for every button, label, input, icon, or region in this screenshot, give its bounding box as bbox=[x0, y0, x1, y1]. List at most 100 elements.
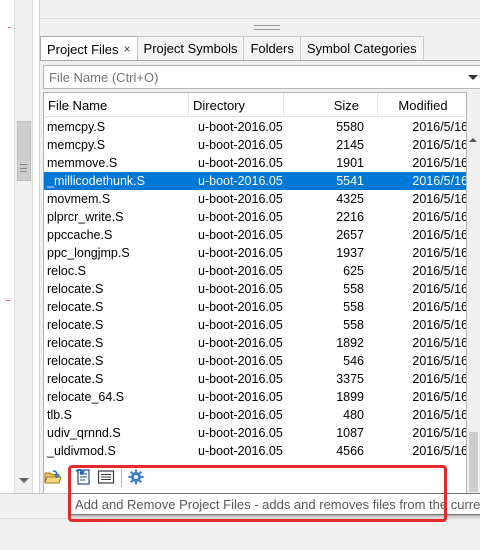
open-project-button[interactable] bbox=[42, 467, 64, 489]
size-cell: 2145 bbox=[336, 138, 364, 152]
size-cell: 558 bbox=[343, 282, 364, 296]
file-name-cell: relocate_64.S bbox=[47, 390, 125, 404]
table-row[interactable]: relocate.S u-boot-2016.05 558 2016/5/16 bbox=[44, 316, 466, 334]
file-name-search[interactable] bbox=[43, 65, 480, 89]
table-row[interactable]: memcpy.S u-boot-2016.05 2145 2016/5/16 bbox=[44, 136, 467, 154]
add-remove-files-button[interactable] bbox=[72, 467, 94, 489]
table-row[interactable]: plprcr_write.S u-boot-2016.05 2216 2016/5/1… bbox=[44, 208, 467, 226]
table-row[interactable]: _millicodethunk.S u-boot-2016.05 5541 2016/… bbox=[44, 172, 466, 190]
table-row[interactable]: movmem.S u-boot-2016.05 4325 2016/5/16 bbox=[44, 190, 467, 208]
table-row[interactable]: reloc.S u-boot-2016.05 625 2016/5/16 bbox=[44, 262, 467, 280]
directory-cell: u-boot-2016.05 bbox=[198, 426, 283, 440]
directory-cell: u-boot-2016.05 bbox=[198, 210, 283, 224]
table-body: memcpy.S u-boot-2016.05 5580 2016/5/16 memcp… bbox=[44, 118, 467, 460]
size-cell: 1937 bbox=[336, 246, 364, 260]
table-row[interactable]: relocate.S u-boot-2016.05 558 2016/5/16 bbox=[44, 298, 467, 316]
file-name-cell: relocate.S bbox=[47, 336, 104, 350]
directory-cell: u-boot-2016.05 bbox=[198, 390, 283, 404]
table-row[interactable]: _uldivmod.S u-boot-2016.05 4566 2016/5/16 bbox=[44, 442, 467, 460]
file-name-cell: reloc.S bbox=[47, 264, 86, 278]
size-cell: 558 bbox=[343, 318, 364, 332]
modified-cell: 2016/5/16 bbox=[412, 192, 467, 206]
modified-cell: 2016/5/16 bbox=[412, 138, 467, 152]
file-name-cell: memcpy.S bbox=[47, 138, 106, 152]
scroll-down-icon[interactable] bbox=[19, 478, 29, 483]
tab-project-files[interactable]: Project Files × bbox=[40, 36, 138, 61]
status-bar bbox=[0, 518, 480, 550]
project-window: Project Files × Project Symbols Folders … bbox=[40, 32, 480, 494]
table-row[interactable]: tlb.S u-boot-2016.05 480 2016/5/16 bbox=[44, 406, 467, 424]
table-scrollbar[interactable] bbox=[467, 92, 480, 494]
size-cell: 480 bbox=[343, 408, 364, 422]
modified-cell: 2016/5/16 bbox=[412, 282, 467, 296]
modified-cell: 2016/5/16 bbox=[412, 300, 467, 314]
directory-cell: u-boot-2016.05 bbox=[198, 372, 283, 386]
modified-cell: 2016/5/16 bbox=[412, 408, 467, 422]
file-name-cell: _millicodethunk.S bbox=[47, 174, 145, 188]
modified-cell: 2016/5/16 bbox=[412, 354, 467, 368]
column-header-directory[interactable]: Directory bbox=[189, 93, 284, 117]
tab-strip: Project Files × Project Symbols Folders … bbox=[40, 36, 424, 61]
tab-symbol-categories[interactable]: Symbol Categories bbox=[299, 36, 424, 60]
file-name-cell: relocate.S bbox=[47, 354, 104, 368]
column-header-modified[interactable]: Modified bbox=[378, 93, 466, 117]
tab-label: Symbol Categories bbox=[306, 41, 417, 56]
tab-label: Folders bbox=[250, 41, 294, 56]
directory-cell: u-boot-2016.05 bbox=[198, 120, 283, 134]
modified-cell: 2016/5/16 bbox=[412, 210, 467, 224]
table-row[interactable]: ppccache.S u-boot-2016.05 2657 2016/5/16 bbox=[44, 226, 466, 244]
file-name-cell: udiv_qrnnd.S bbox=[47, 426, 121, 440]
tab-folders[interactable]: Folders bbox=[243, 36, 301, 60]
modified-cell: 2016/5/16 bbox=[412, 390, 467, 404]
file-name-cell: relocate.S bbox=[47, 318, 104, 332]
toolbar-separator bbox=[68, 469, 69, 487]
chevron-down-icon[interactable] bbox=[468, 75, 478, 80]
file-name-cell: movmem.S bbox=[47, 192, 111, 206]
splitter-grip-icon[interactable] bbox=[254, 25, 280, 30]
table-row[interactable]: relocate_64.S u-boot-2016.05 1899 2016/5/16 bbox=[44, 388, 467, 406]
modified-cell: 2016/5/16 bbox=[412, 156, 467, 170]
file-name-cell: relocate.S bbox=[47, 282, 104, 296]
directory-cell: u-boot-2016.05 bbox=[198, 246, 283, 260]
table-row[interactable]: memcpy.S u-boot-2016.05 5580 2016/5/16 bbox=[44, 118, 466, 136]
size-cell: 546 bbox=[343, 354, 364, 368]
table-row[interactable]: udiv_qrnnd.S u-boot-2016.05 1087 2016/5/16 bbox=[44, 424, 466, 442]
file-name-cell: memmove.S bbox=[47, 156, 118, 170]
scrollbar-thumb[interactable] bbox=[17, 121, 31, 181]
column-header-file-name[interactable]: File Name bbox=[44, 93, 189, 117]
size-cell: 5541 bbox=[336, 174, 364, 188]
marker bbox=[6, 300, 10, 301]
directory-cell: u-boot-2016.05 bbox=[198, 156, 283, 170]
directory-cell: u-boot-2016.05 bbox=[198, 300, 283, 314]
table-row[interactable]: relocate.S u-boot-2016.05 1892 2016/5/16 bbox=[44, 334, 466, 352]
table-row[interactable]: ppc_longjmp.S u-boot-2016.05 1937 2016/5/16 bbox=[44, 244, 467, 262]
directory-cell: u-boot-2016.05 bbox=[198, 336, 283, 350]
settings-button[interactable] bbox=[125, 467, 147, 489]
tab-project-symbols[interactable]: Project Symbols bbox=[136, 36, 245, 60]
directory-cell: u-boot-2016.05 bbox=[198, 408, 283, 422]
column-header-size[interactable]: Size bbox=[284, 93, 378, 117]
open-folder-arrow-icon bbox=[44, 469, 62, 488]
file-list-button[interactable] bbox=[95, 467, 117, 489]
modified-cell: 2016/5/16 bbox=[412, 264, 467, 278]
project-toolbar bbox=[40, 466, 480, 490]
size-cell: 1899 bbox=[336, 390, 364, 404]
size-cell: 1901 bbox=[336, 156, 364, 170]
file-name-cell: relocate.S bbox=[47, 300, 104, 314]
modified-cell: 2016/5/16 bbox=[412, 444, 467, 458]
directory-cell: u-boot-2016.05 bbox=[198, 228, 283, 242]
table-row[interactable]: memmove.S u-boot-2016.05 1901 2016/5/16 bbox=[44, 154, 467, 172]
editor-scrollbar[interactable] bbox=[14, 0, 33, 493]
table-row[interactable]: relocate.S u-boot-2016.05 3375 2016/5/16 bbox=[44, 370, 466, 388]
directory-cell: u-boot-2016.05 bbox=[198, 264, 283, 278]
table-row[interactable]: relocate.S u-boot-2016.05 546 2016/5/16 bbox=[44, 352, 467, 370]
directory-cell: u-boot-2016.05 bbox=[198, 192, 283, 206]
panel-top-bar bbox=[40, 0, 480, 19]
close-icon[interactable]: × bbox=[124, 42, 131, 56]
add-remove-files-icon bbox=[74, 468, 92, 489]
search-input[interactable] bbox=[49, 69, 449, 85]
modified-cell: 2016/5/16 bbox=[412, 246, 467, 260]
directory-cell: u-boot-2016.05 bbox=[198, 138, 283, 152]
table-row[interactable]: relocate.S u-boot-2016.05 558 2016/5/16 bbox=[44, 280, 467, 298]
scroll-up-icon[interactable] bbox=[469, 138, 477, 142]
